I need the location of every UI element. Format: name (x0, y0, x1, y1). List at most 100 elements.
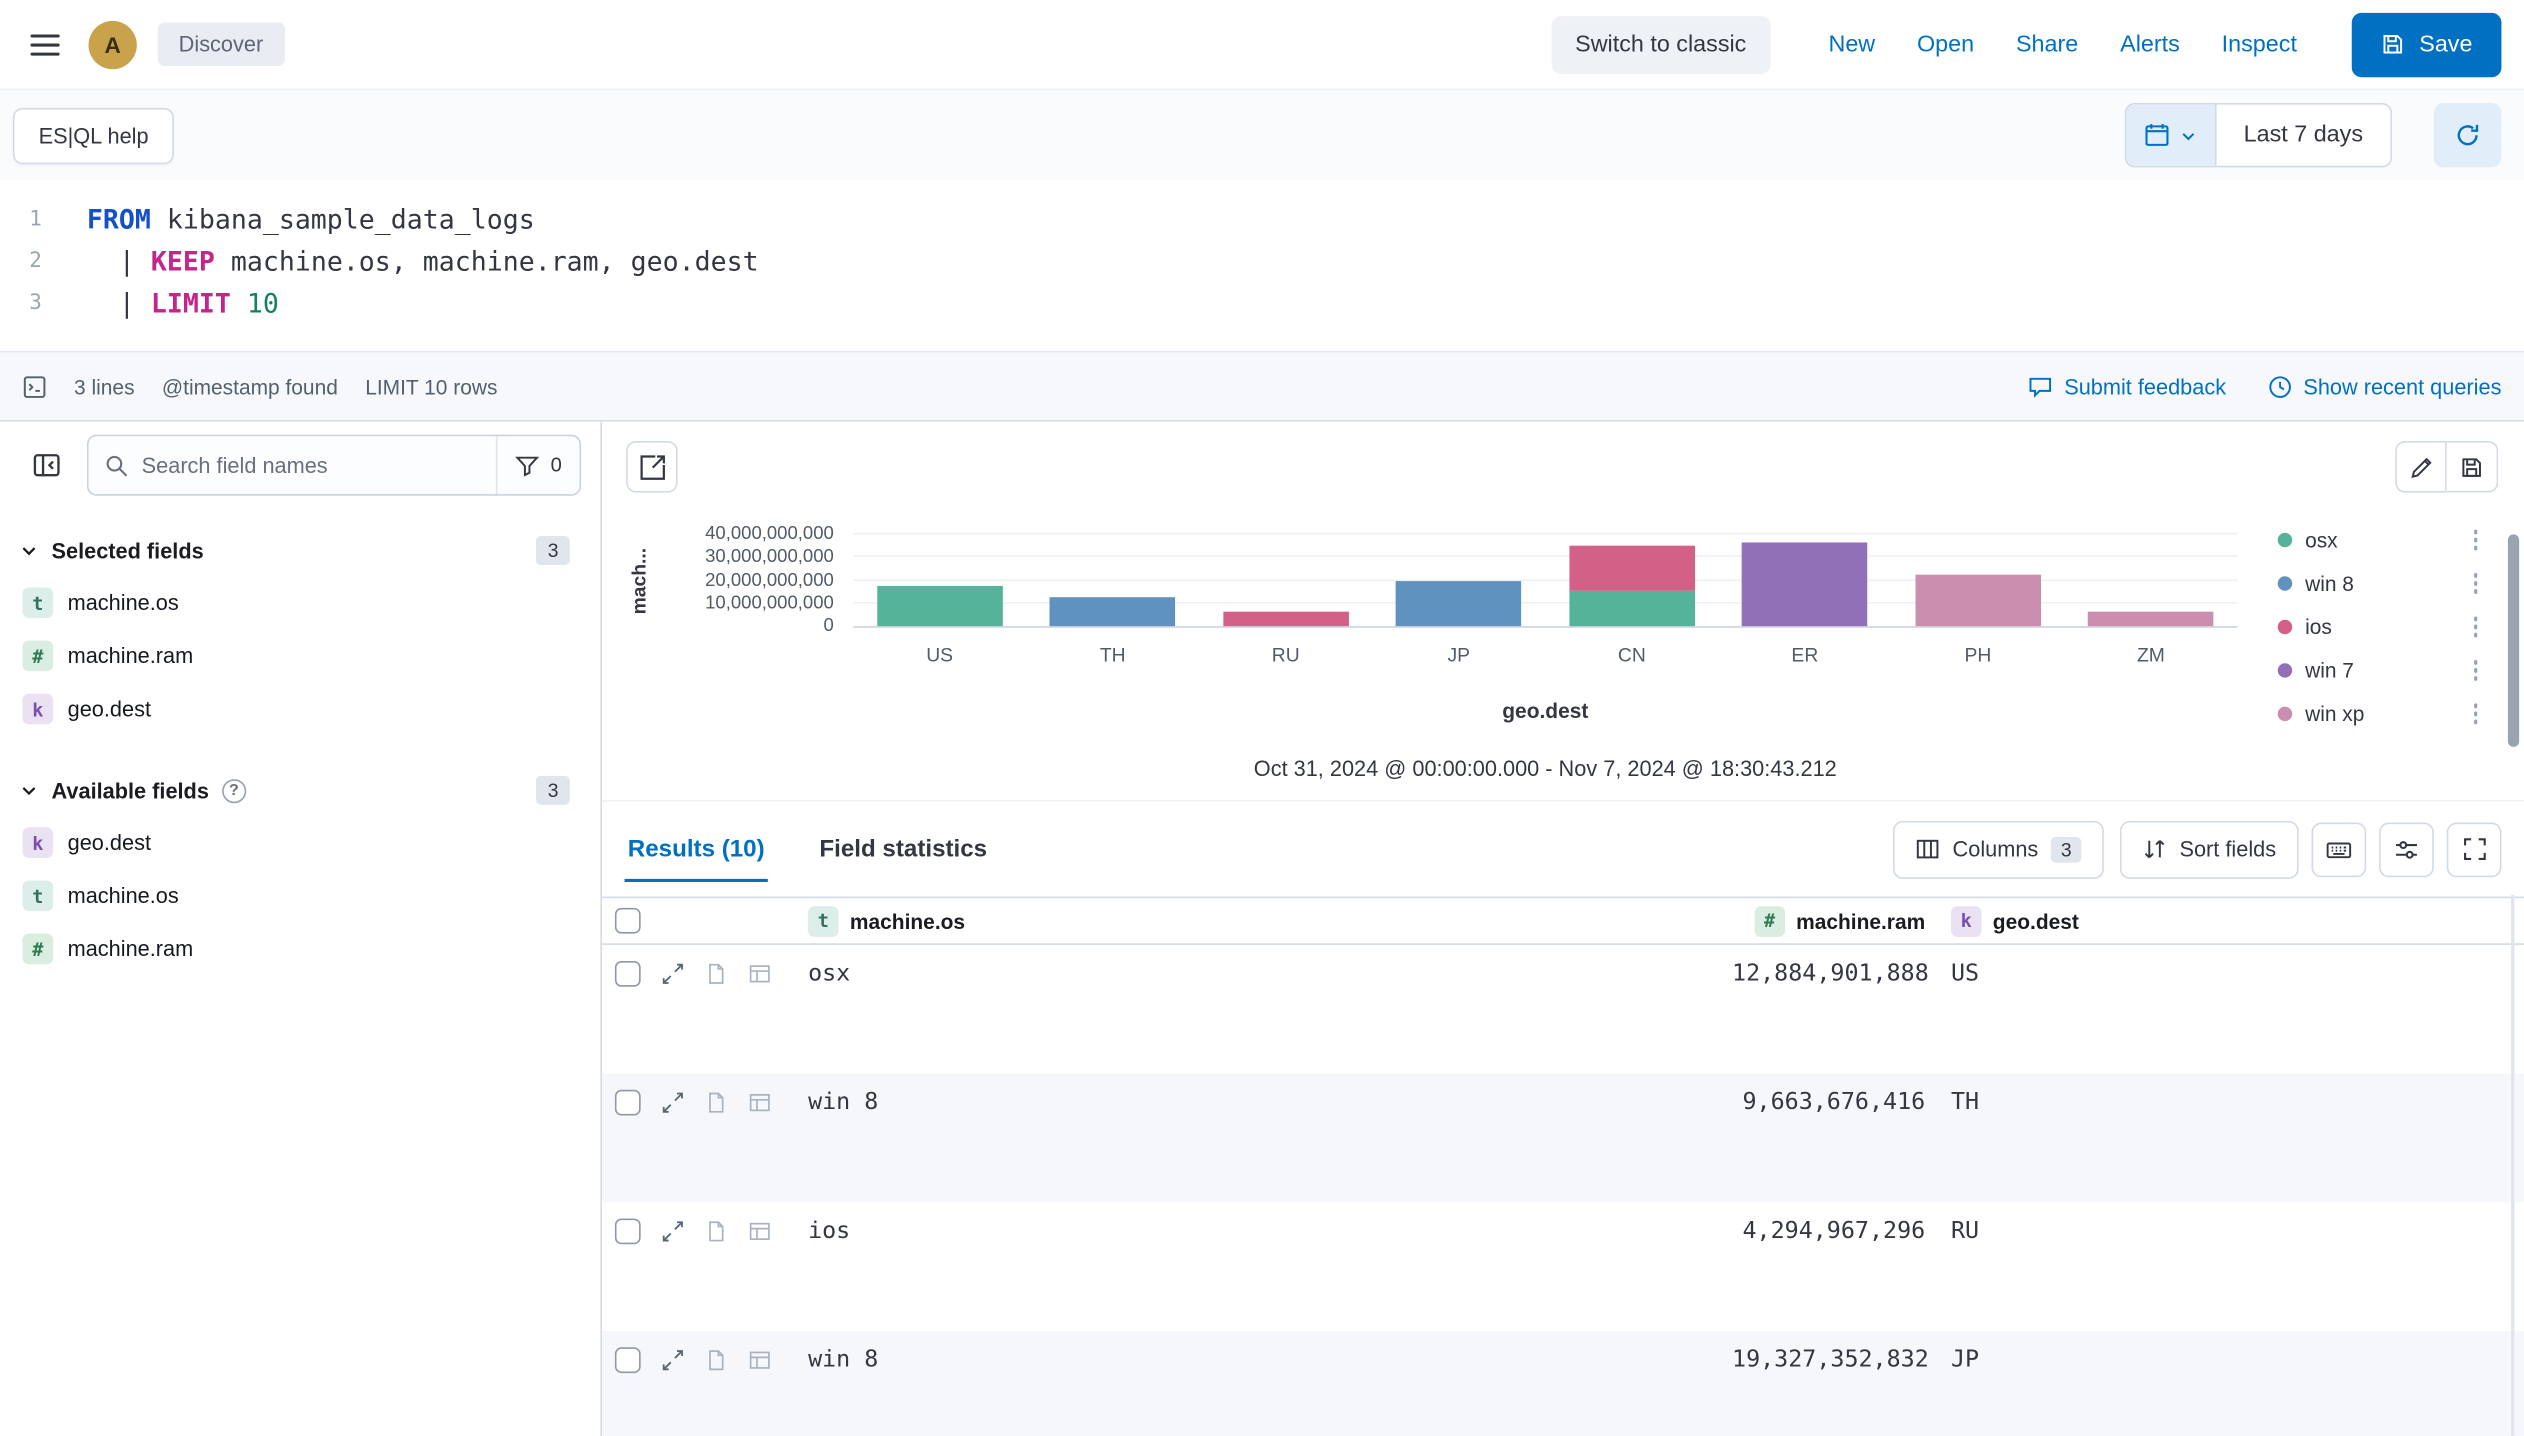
row-checkbox[interactable] (615, 1219, 641, 1245)
legend-color-dot (2278, 576, 2292, 590)
legend-item-win-xp[interactable]: win xp (2278, 692, 2481, 735)
legend-item-win-7[interactable]: win 7 (2278, 649, 2481, 692)
nav-item-alerts[interactable]: Alerts (2120, 31, 2180, 57)
legend-menu-icon[interactable] (2470, 570, 2480, 597)
available-fields-list: kgeo.desttmachine.os#machine.ram (19, 816, 581, 975)
row-checkbox[interactable] (615, 1090, 641, 1116)
column-type-icon: k (1951, 905, 1982, 936)
editor-line: 3 | LIMIT 10 (0, 283, 2524, 325)
tab-field-statistics[interactable]: Field statistics (816, 816, 990, 882)
x-tick-label: TH (1026, 644, 1199, 667)
esql-editor[interactable]: 1FROM kibana_sample_data_logs2 | KEEP ma… (0, 180, 2524, 351)
field-filter-button[interactable]: 0 (496, 436, 580, 494)
field-name: machine.ram (68, 644, 194, 668)
column-header-machine-os[interactable]: machine.os (850, 909, 965, 933)
nav-item-inspect[interactable]: Inspect (2222, 31, 2297, 57)
field-name: machine.os (68, 884, 179, 908)
switch-to-classic-button[interactable]: Switch to classic (1551, 15, 1771, 73)
bar-JP-win-8[interactable] (1396, 581, 1522, 627)
bar-ER-win-7[interactable] (1742, 542, 1868, 626)
keyboard-shortcuts-button[interactable] (2312, 822, 2367, 877)
view-document-icon[interactable] (705, 963, 728, 986)
cell-machine-ram: 12,884,901,888 (1732, 945, 1925, 987)
field-item-machine.os[interactable]: tmachine.os (19, 869, 581, 922)
show-recent-queries-link[interactable]: Show recent queries (2268, 374, 2502, 398)
collapse-sidebar-button[interactable] (19, 438, 74, 493)
edit-chart-button[interactable] (2395, 441, 2447, 493)
expand-row-icon[interactable] (662, 1220, 685, 1243)
chart-legend: osxwin 8ioswin 7win xp (2278, 518, 2481, 735)
main-panel: mach... 010,000,000,00020,000,000,00030,… (602, 422, 2524, 1436)
save-chart-button[interactable] (2447, 441, 2499, 493)
save-button[interactable]: Save (2352, 12, 2502, 76)
x-tick-label: PH (1891, 644, 2064, 667)
bar-TH-win-8[interactable] (1050, 597, 1176, 626)
field-item-machine.os[interactable]: tmachine.os (19, 576, 581, 629)
row-checkbox[interactable] (615, 1347, 641, 1373)
view-table-icon[interactable] (749, 963, 772, 986)
select-all-checkbox[interactable] (615, 908, 641, 934)
field-type-icon: # (23, 934, 54, 965)
legend-menu-icon[interactable] (2470, 527, 2480, 554)
view-document-icon[interactable] (705, 1091, 728, 1114)
row-checkbox[interactable] (615, 961, 641, 987)
field-item-machine.ram[interactable]: #machine.ram (19, 922, 581, 975)
legend-item-osx[interactable]: osx (2278, 518, 2481, 561)
expand-row-icon[interactable] (662, 1091, 685, 1114)
field-item-geo.dest[interactable]: kgeo.dest (19, 683, 581, 736)
legend-menu-icon[interactable] (2470, 614, 2480, 641)
view-table-icon[interactable] (749, 1091, 772, 1114)
legend-item-win-8[interactable]: win 8 (2278, 562, 2481, 605)
selected-fields-header[interactable]: Selected fields 3 (19, 531, 581, 570)
bar-US-osx[interactable] (877, 585, 1003, 626)
columns-button[interactable]: Columns 3 (1893, 820, 2104, 878)
bar-RU-ios[interactable] (1223, 612, 1349, 626)
view-document-icon[interactable] (705, 1349, 728, 1372)
calendar-dropdown-button[interactable] (2126, 105, 2216, 166)
view-table-icon[interactable] (749, 1349, 772, 1372)
bar-ZM-win-xp[interactable] (2088, 612, 2214, 626)
column-type-icon: # (1754, 905, 1785, 936)
submit-feedback-link[interactable]: Submit feedback (2029, 374, 2226, 398)
sort-fields-button[interactable]: Sort fields (2120, 820, 2299, 878)
columns-icon (1916, 837, 1940, 861)
user-avatar[interactable]: A (89, 20, 137, 68)
fullscreen-button[interactable] (2447, 822, 2502, 877)
edit-visualization-button[interactable] (626, 441, 678, 493)
nav-item-open[interactable]: Open (1917, 31, 1974, 57)
field-item-geo.dest[interactable]: kgeo.dest (19, 816, 581, 869)
search-input[interactable] (142, 453, 496, 477)
line-number: 1 (0, 200, 74, 242)
nav-item-new[interactable]: New (1828, 31, 1875, 57)
expand-row-icon[interactable] (662, 963, 685, 986)
bar-PH-win-xp[interactable] (1915, 575, 2041, 627)
column-header-machine-ram[interactable]: machine.ram (1796, 909, 1925, 933)
query-bar: ES|QL help Last 7 days (0, 90, 2524, 180)
esql-help-button[interactable]: ES|QL help (13, 107, 174, 163)
available-fields-header[interactable]: Available fields ? 3 (19, 771, 581, 810)
tab-results[interactable]: Results (10) (625, 816, 768, 882)
y-tick-label: 40,000,000,000 (634, 525, 834, 544)
histogram-chart: mach... 010,000,000,00020,000,000,00030,… (602, 493, 2524, 800)
nav-item-share[interactable]: Share (2016, 31, 2078, 57)
save-icon (2381, 32, 2405, 56)
x-tick-label: ZM (2064, 644, 2237, 667)
bar-CN-ios[interactable] (1569, 545, 1695, 591)
field-item-machine.ram[interactable]: #machine.ram (19, 629, 581, 682)
menu-button[interactable] (23, 22, 68, 67)
refresh-button[interactable] (2434, 103, 2502, 167)
time-range-button[interactable]: Last 7 days (2216, 105, 2390, 166)
breadcrumb[interactable]: Discover (158, 23, 284, 66)
legend-menu-icon[interactable] (2470, 657, 2480, 684)
help-icon[interactable]: ? (222, 778, 246, 802)
view-document-icon[interactable] (705, 1220, 728, 1243)
page-scrollbar-thumb[interactable] (2508, 534, 2519, 746)
display-options-button[interactable] (2379, 822, 2434, 877)
column-header-geo-dest[interactable]: geo.dest (1993, 909, 2079, 933)
expand-row-icon[interactable] (662, 1349, 685, 1372)
legend-menu-icon[interactable] (2470, 701, 2480, 728)
bar-CN-osx[interactable] (1569, 591, 1695, 626)
search-icon (105, 453, 129, 477)
view-table-icon[interactable] (749, 1220, 772, 1243)
legend-item-ios[interactable]: ios (2278, 605, 2481, 648)
